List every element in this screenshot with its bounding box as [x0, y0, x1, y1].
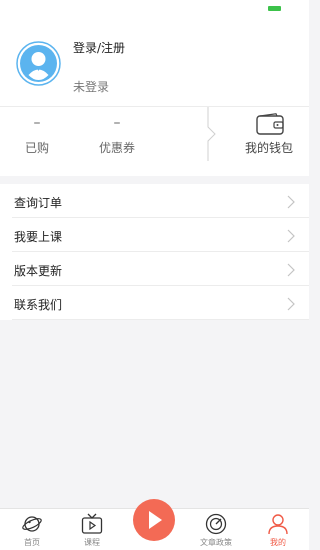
chevron-right-icon [287, 263, 295, 277]
person-icon [268, 514, 288, 535]
login-register-link[interactable]: 登录/注册 [73, 39, 125, 56]
coupon-count: – [113, 115, 121, 131]
battery-icon [268, 6, 281, 11]
menu-list: 查询订单 我要上课 版本更新 联系我们 [0, 184, 309, 320]
avatar-icon[interactable] [16, 41, 61, 86]
chevron-right-icon [287, 297, 295, 311]
menu-item-label: 我要上课 [14, 230, 63, 244]
wallet-label: 我的钱包 [244, 141, 293, 155]
compass-icon [205, 513, 227, 535]
menu-item-label: 联系我们 [14, 298, 63, 312]
menu-item-update[interactable]: 版本更新 [12, 252, 309, 286]
menu-item-classes[interactable]: 我要上课 [12, 218, 309, 252]
divider-chevron-icon [207, 107, 216, 161]
stat-bought[interactable]: – 已购 [17, 107, 57, 177]
play-button[interactable] [133, 499, 175, 541]
stats-row: – 已购 – 优惠券 我的钱包 [0, 106, 309, 176]
tab-course-label: 课程 [84, 538, 100, 547]
chevron-right-icon [287, 229, 295, 243]
planet-icon [22, 516, 42, 532]
bought-count: – [33, 115, 41, 131]
chevron-right-icon [287, 195, 295, 209]
status-bar [0, 0, 309, 18]
play-icon [149, 511, 162, 529]
tab-articles[interactable]: 文章政策 [191, 509, 241, 550]
tab-mine-label: 我的 [270, 538, 286, 547]
tab-home[interactable]: 首页 [7, 509, 57, 550]
coupon-label: 优惠券 [98, 141, 135, 155]
tab-articles-label: 文章政策 [200, 538, 232, 547]
tv-icon [81, 513, 103, 534]
profile-header[interactable]: 登录/注册 未登录 [0, 18, 309, 106]
stat-coupons[interactable]: – 优惠券 [92, 107, 142, 177]
menu-item-contact[interactable]: 联系我们 [12, 286, 309, 320]
tab-home-label: 首页 [24, 538, 40, 547]
wallet-icon [256, 113, 284, 135]
login-status-text: 未登录 [73, 80, 110, 94]
my-wallet-button[interactable]: 我的钱包 [239, 107, 299, 177]
menu-item-label: 版本更新 [14, 264, 63, 278]
bought-label: 已购 [24, 141, 49, 155]
tab-course[interactable]: 课程 [67, 509, 117, 550]
menu-item-label: 查询订单 [14, 196, 63, 210]
tab-mine[interactable]: 我的 [253, 509, 303, 550]
menu-item-orders[interactable]: 查询订单 [12, 184, 309, 218]
